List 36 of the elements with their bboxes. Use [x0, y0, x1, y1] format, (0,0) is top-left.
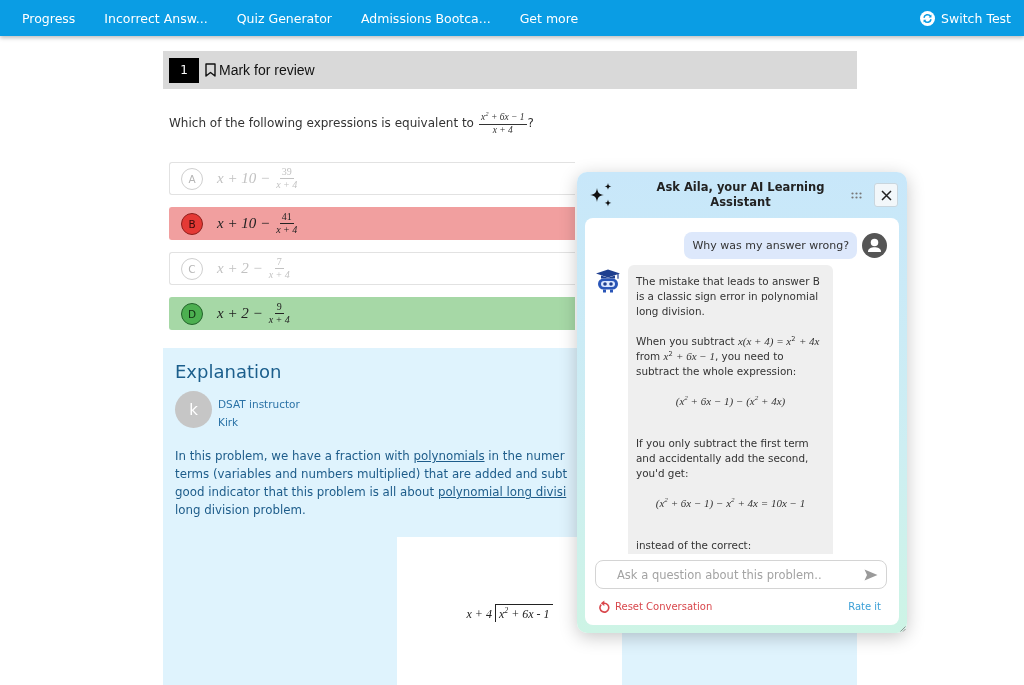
nav-link[interactable]: Admissions Bootca...: [360, 10, 491, 26]
reset-icon: [598, 600, 610, 613]
question-input[interactable]: Ask a question about this problem..: [595, 560, 887, 589]
switch-test-link[interactable]: Switch Test: [920, 10, 1011, 26]
math-expression: (x$^{2}$ + 6x − 1) − x$^{2}$ + 4x = 10x − 1: [654, 496, 807, 511]
user-message: Why was my answer wrong?: [684, 232, 857, 259]
nav-link[interactable]: Progress: [22, 10, 76, 26]
author-role: DSAT instructor: [218, 397, 300, 413]
assistant-title: Ask Aila, your AI Learning Assistant: [655, 180, 826, 210]
assistant-message-text: When you subtract x(x + 4) = x$^{2}$ + 4x from x$^{2}$ + 6x − 1, you need to subtract the whole expression:: [636, 334, 821, 379]
text-link[interactable]: polynomial long divisi: [437, 485, 567, 500]
reset-conversation-button[interactable]: Reset Conversation: [598, 600, 713, 613]
text-link[interactable]: polynomials: [413, 449, 485, 464]
question-number: 1: [169, 57, 199, 83]
long-division-expression: x + 4 x$^{2}$ + 6x - 1: [466, 605, 553, 623]
explanation-text: In this problem, we have a fraction with polynomials in the numer terms (variables and numbers multiplied) that are added and subt good indicator that this problem is all about polynomial long divisi long division problem.: [175, 448, 568, 520]
assistant-message-text: The mistake that leads to answer B is a classic sign error in polynomial long division.: [636, 274, 821, 319]
resize-grip-icon[interactable]: [900, 626, 906, 632]
nav-link[interactable]: Get more: [519, 10, 579, 26]
assistant-message-text: instead of the correct:: [636, 538, 753, 553]
drag-handle-icon[interactable]: [851, 191, 862, 199]
math-expression: (x$^{2}$ + 6x − 1) − (x$^{2}$ + 4x): [674, 394, 787, 409]
author-avatar: k: [175, 391, 212, 429]
close-icon: [880, 189, 892, 201]
mark-for-review-button[interactable]: Mark for review: [205, 62, 315, 78]
close-button[interactable]: [874, 183, 898, 207]
explanation-title: Explanation: [175, 361, 282, 384]
robot-with-cap-icon: [595, 269, 621, 293]
rate-link[interactable]: Rate it: [848, 601, 881, 612]
send-icon[interactable]: [864, 569, 878, 581]
author-name: Kirk: [218, 415, 239, 431]
nav-link[interactable]: Quiz Generator: [236, 10, 332, 26]
assistant-message-text: If you only subtract the first term and accidentally add the second, you'd get:: [636, 436, 810, 481]
sync-icon: [920, 10, 936, 26]
nav-link[interactable]: Incorrect Answ...: [104, 10, 208, 26]
user-avatar-icon: [862, 233, 887, 258]
